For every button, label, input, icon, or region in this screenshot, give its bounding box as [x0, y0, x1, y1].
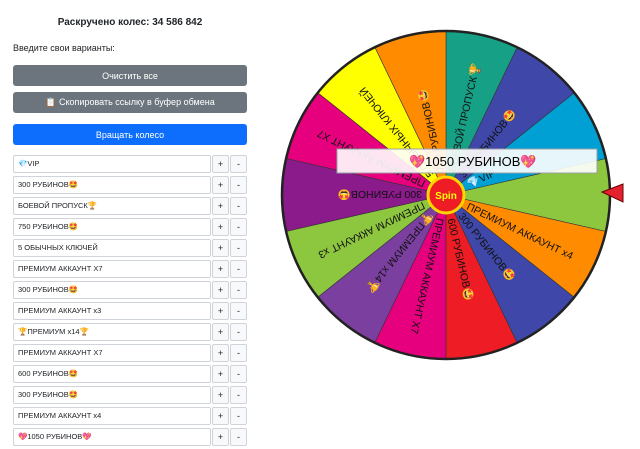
options-prompt: Введите свои варианты:	[13, 43, 115, 53]
option-row: 300 РУБИНОВ🤩 + -	[13, 386, 247, 404]
increase-button[interactable]: +	[212, 323, 229, 341]
increase-button[interactable]: +	[212, 218, 229, 236]
option-input[interactable]: 600 РУБИНОВ🤩	[13, 365, 211, 383]
spin-wheel-button[interactable]: Вращать колесо	[13, 124, 247, 145]
increase-button[interactable]: +	[212, 428, 229, 446]
result-label: 💖1050 РУБИНОВ💖	[409, 154, 537, 169]
increase-button[interactable]: +	[212, 239, 229, 257]
option-row: ПРЕМИУМ АККАУНТ x3 + -	[13, 302, 247, 320]
decrease-button[interactable]: -	[230, 428, 247, 446]
increase-button[interactable]: +	[212, 155, 229, 173]
option-row: БОЕВОЙ ПРОПУСК🏆 + -	[13, 197, 247, 215]
option-row: 5 ОБЫЧНЫХ КЛЮЧЕЙ + -	[13, 239, 247, 257]
decrease-button[interactable]: -	[230, 386, 247, 404]
option-row: ПРЕМИУМ АККАУНТ x4 + -	[13, 407, 247, 425]
decrease-button[interactable]: -	[230, 323, 247, 341]
option-row: ПРЕМИУМ АККАУНТ X7 + -	[13, 344, 247, 362]
option-input[interactable]: 🏆ПРЕМИУМ x14🏆	[13, 323, 211, 341]
increase-button[interactable]: +	[212, 281, 229, 299]
option-input[interactable]: ПРЕМИУМ АККАУНТ X7	[13, 260, 211, 278]
increase-button[interactable]: +	[212, 260, 229, 278]
decrease-button[interactable]: -	[230, 344, 247, 362]
option-row: 600 РУБИНОВ🤩 + -	[13, 365, 247, 383]
wheel-segment-label: 300 РУБИНОВ🤩	[338, 188, 422, 201]
option-input[interactable]: ПРЕМИУМ АККАУНТ x3	[13, 302, 211, 320]
option-row: 300 РУБИНОВ🤩 + -	[13, 176, 247, 194]
increase-button[interactable]: +	[212, 407, 229, 425]
decrease-button[interactable]: -	[230, 407, 247, 425]
decrease-button[interactable]: -	[230, 176, 247, 194]
option-row: ПРЕМИУМ АККАУНТ X7 + -	[13, 260, 247, 278]
option-row: 💎VIP + -	[13, 155, 247, 173]
option-input[interactable]: БОЕВОЙ ПРОПУСК🏆	[13, 197, 211, 215]
option-row: 🏆ПРЕМИУМ x14🏆 + -	[13, 323, 247, 341]
option-input[interactable]: 300 РУБИНОВ🤩	[13, 281, 211, 299]
increase-button[interactable]: +	[212, 386, 229, 404]
decrease-button[interactable]: -	[230, 155, 247, 173]
decrease-button[interactable]: -	[230, 260, 247, 278]
options-list: 💎VIP + -300 РУБИНОВ🤩 + - БОЕВОЙ ПРОПУСК🏆 + -750…	[13, 155, 247, 449]
decrease-button[interactable]: -	[230, 239, 247, 257]
option-row: 750 РУБИНОВ🤩 + -	[13, 218, 247, 236]
decrease-button[interactable]: -	[230, 302, 247, 320]
copy-link-button[interactable]: 📋 Скопировать ссылку в буфер обмена	[13, 92, 247, 113]
option-row: 💖1050 РУБИНОВ💖 + -	[13, 428, 247, 446]
increase-button[interactable]: +	[212, 302, 229, 320]
option-input[interactable]: 750 РУБИНОВ🤩	[13, 218, 211, 236]
option-row: 300 РУБИНОВ🤩 + -	[13, 281, 247, 299]
spin-counter: Раскручено колес: 34 586 842	[57, 17, 203, 28]
prize-wheel[interactable]: 💎VIP300 РУБИНОВ🤩БОЕВОЙ ПРОПУСК🏆750 РУБИН…	[280, 21, 626, 367]
option-input[interactable]: ПРЕМИУМ АККАУНТ X7	[13, 344, 211, 362]
increase-button[interactable]: +	[212, 197, 229, 215]
increase-button[interactable]: +	[212, 344, 229, 362]
option-input[interactable]: 💎VIP	[13, 155, 211, 173]
option-input[interactable]: 💖1050 РУБИНОВ💖	[13, 428, 211, 446]
clear-all-button[interactable]: Очистить все	[13, 65, 247, 86]
spin-hub-label: Spin	[435, 191, 457, 202]
decrease-button[interactable]: -	[230, 197, 247, 215]
decrease-button[interactable]: -	[230, 281, 247, 299]
option-input[interactable]: ПРЕМИУМ АККАУНТ x4	[13, 407, 211, 425]
option-input[interactable]: 5 ОБЫЧНЫХ КЛЮЧЕЙ	[13, 239, 211, 257]
decrease-button[interactable]: -	[230, 365, 247, 383]
option-input[interactable]: 300 РУБИНОВ🤩	[13, 176, 211, 194]
increase-button[interactable]: +	[212, 176, 229, 194]
increase-button[interactable]: +	[212, 365, 229, 383]
decrease-button[interactable]: -	[230, 218, 247, 236]
option-input[interactable]: 300 РУБИНОВ🤩	[13, 386, 211, 404]
